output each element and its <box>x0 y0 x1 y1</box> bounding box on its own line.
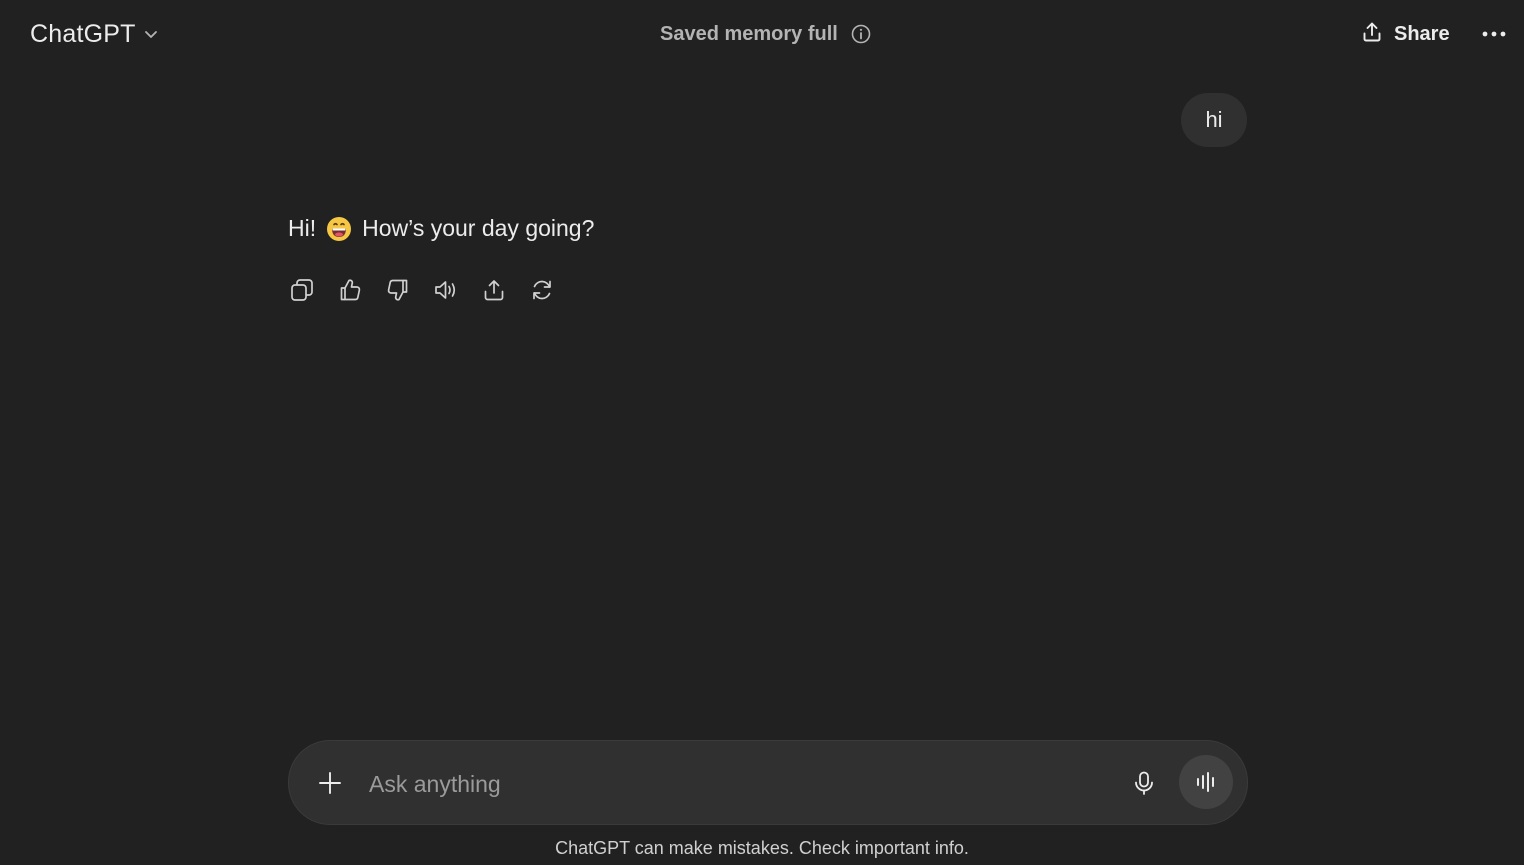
share-icon <box>1360 20 1384 49</box>
message-action-bar <box>284 272 560 308</box>
regenerate-icon <box>533 280 551 300</box>
assistant-message: Hi! How’s your day going? <box>288 215 594 242</box>
prompt-input[interactable] <box>367 761 1111 807</box>
model-name: ChatGPT <box>30 19 136 48</box>
memory-status: Saved memory full <box>660 20 872 48</box>
chat-window: ChatGPT Saved memory full Share hi Hi! H… <box>0 0 1524 865</box>
bad-response-button[interactable] <box>380 272 416 308</box>
grinning-face-emoji-icon <box>326 216 352 242</box>
ellipsis-icon <box>1481 25 1507 43</box>
model-switcher[interactable]: ChatGPT <box>18 14 172 54</box>
memory-status-text: Saved memory full <box>660 22 838 45</box>
plus-icon <box>319 772 341 794</box>
share-message-button[interactable] <box>476 272 512 308</box>
read-aloud-icon <box>435 281 456 299</box>
composer <box>288 740 1248 825</box>
user-message-text: hi <box>1205 107 1223 132</box>
regenerate-button[interactable] <box>524 272 560 308</box>
header: ChatGPT Saved memory full Share <box>0 0 1524 68</box>
thumbs-down-icon <box>387 279 408 301</box>
read-aloud-button[interactable] <box>428 272 464 308</box>
voice-waveform-icon <box>1197 772 1214 792</box>
user-message-bubble: hi <box>1181 93 1247 147</box>
assistant-greeting: Hi! <box>288 215 317 241</box>
good-response-button[interactable] <box>332 272 368 308</box>
microphone-icon <box>1135 771 1153 795</box>
thumbs-up-icon <box>340 279 361 301</box>
voice-mode-button[interactable] <box>1179 755 1233 809</box>
share-icon <box>484 280 504 301</box>
info-icon[interactable] <box>850 23 872 45</box>
more-options-button[interactable] <box>1474 14 1514 54</box>
attach-button[interactable] <box>309 762 351 804</box>
disclaimer-text: ChatGPT can make mistakes. Check importa… <box>555 838 969 858</box>
share-button[interactable]: Share <box>1350 14 1460 54</box>
copy-button[interactable] <box>284 272 320 308</box>
share-label: Share <box>1394 22 1450 45</box>
copy-icon <box>291 279 313 301</box>
assistant-question: How’s your day going? <box>362 215 595 241</box>
chevron-down-icon <box>142 25 160 43</box>
dictate-button[interactable] <box>1123 762 1165 804</box>
